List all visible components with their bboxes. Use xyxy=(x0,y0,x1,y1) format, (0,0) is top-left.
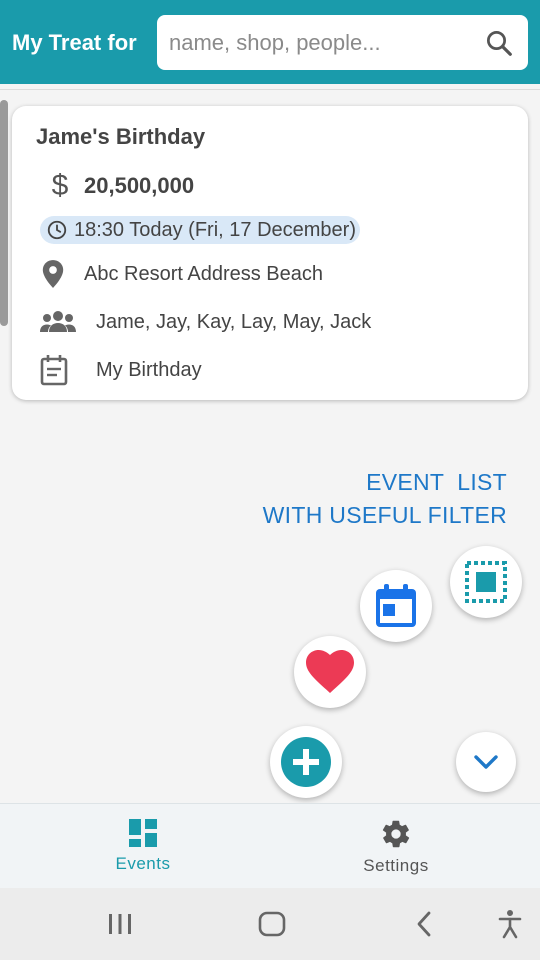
event-title: Jame's Birthday xyxy=(36,124,206,149)
nav-events[interactable]: Events xyxy=(43,804,243,889)
amount-row: $ 20,500,000 xyxy=(40,169,195,202)
search-box[interactable] xyxy=(157,15,528,70)
chevron-down-icon xyxy=(474,755,498,769)
back-icon xyxy=(417,911,431,937)
home-icon xyxy=(258,911,286,937)
search-input[interactable] xyxy=(169,15,469,70)
collapse-button[interactable] xyxy=(456,732,516,792)
search-icon[interactable] xyxy=(484,28,514,58)
scrollbar-thumb[interactable] xyxy=(0,100,8,326)
event-time: 18:30 Today (Fri, 17 December) xyxy=(74,218,356,241)
accessibility-button[interactable] xyxy=(490,906,530,942)
clock-icon xyxy=(47,220,67,240)
gear-icon xyxy=(382,820,410,848)
bottom-navigation: Events Settings xyxy=(0,803,540,888)
app-bar: My Treat for xyxy=(0,0,540,84)
event-amount: 20,500,000 xyxy=(84,173,195,198)
time-chip: 18:30 Today (Fri, 17 December) xyxy=(40,216,360,244)
app-title: My Treat for xyxy=(12,30,137,55)
event-card[interactable]: Jame's Birthday $ 20,500,000 18:30 Today… xyxy=(12,106,528,400)
location-row: Abc Resort Address Beach xyxy=(40,258,323,290)
promo-line-2: WITH USEFUL FILTER xyxy=(262,502,507,528)
event-people: Jame, Jay, Kay, Lay, May, Jack xyxy=(96,310,372,333)
people-row: Jame, Jay, Kay, Lay, May, Jack xyxy=(40,306,371,338)
recent-apps-icon xyxy=(109,914,131,934)
promo-line-1: EVENT LIST xyxy=(366,469,507,495)
add-circle-icon xyxy=(281,737,331,787)
dollar-icon: $ xyxy=(51,169,69,202)
heart-icon xyxy=(306,650,354,693)
location-pin-icon xyxy=(42,260,64,288)
nav-events-label: Events xyxy=(115,854,171,873)
nav-settings-label: Settings xyxy=(363,856,429,875)
calendar-icon xyxy=(376,584,416,627)
accessibility-icon xyxy=(498,910,522,939)
favorite-button[interactable] xyxy=(294,636,366,708)
add-event-button[interactable] xyxy=(270,726,342,798)
event-note: My Birthday xyxy=(96,358,202,381)
calendar-button[interactable] xyxy=(360,570,432,642)
home-button[interactable] xyxy=(252,906,292,942)
select-all-icon xyxy=(465,561,507,603)
event-location: Abc Resort Address Beach xyxy=(84,262,324,285)
dashboard-icon xyxy=(129,819,157,847)
event-note-icon xyxy=(40,355,68,386)
promo-text: EVENT LIST WITH USEFUL FILTER xyxy=(263,466,507,532)
note-row: My Birthday xyxy=(40,354,202,386)
system-nav-bar xyxy=(0,888,540,960)
recent-apps-button[interactable] xyxy=(100,906,140,942)
people-icon xyxy=(40,311,76,332)
back-button[interactable] xyxy=(404,906,444,942)
divider xyxy=(0,89,540,90)
select-all-button[interactable] xyxy=(450,546,522,618)
nav-settings[interactable]: Settings xyxy=(296,804,496,889)
